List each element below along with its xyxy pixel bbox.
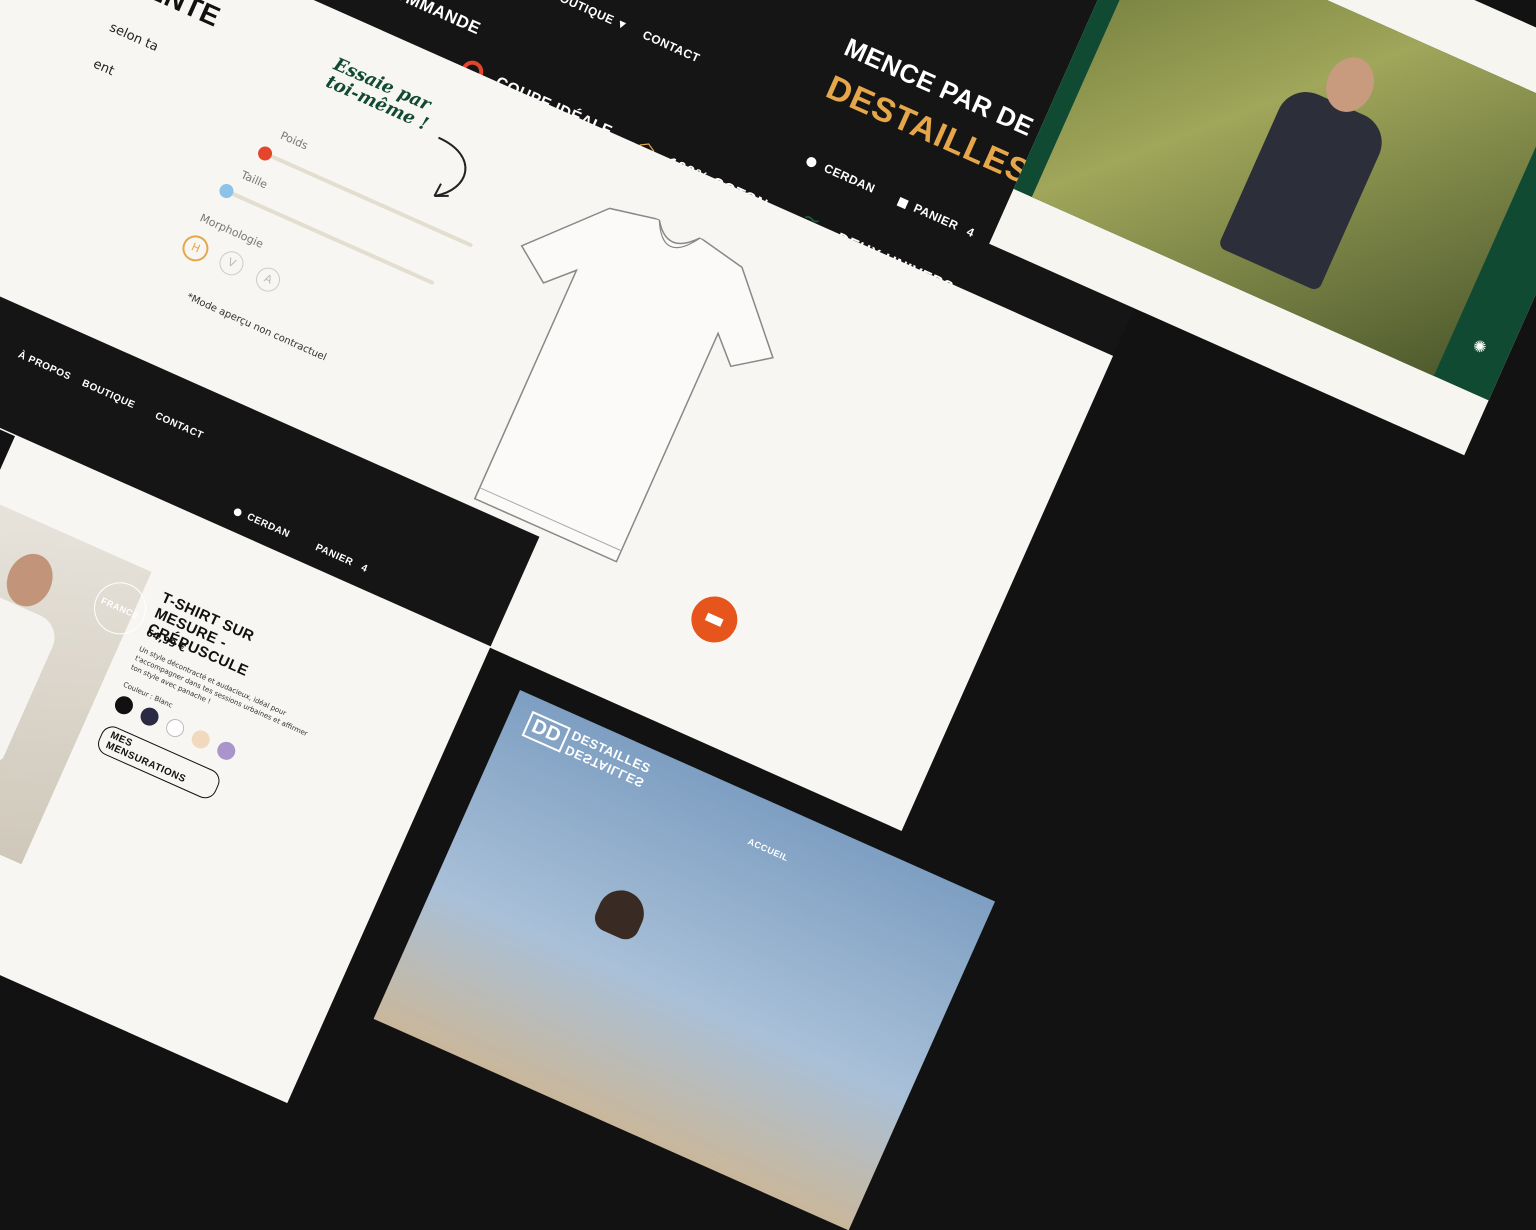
color-swatch-beige[interactable] (188, 727, 213, 752)
morph-option-v[interactable]: V (215, 247, 248, 280)
color-swatch-navy[interactable] (137, 704, 162, 729)
morph-option-h[interactable]: H (178, 231, 213, 266)
chat-button[interactable]: ▬ (683, 589, 745, 650)
chat-icon: ▬ (699, 603, 730, 635)
height-slider-handle[interactable] (217, 181, 236, 201)
product-photo (0, 490, 152, 865)
color-swatch-black[interactable] (112, 693, 136, 718)
user-icon-2: ● (231, 505, 244, 520)
hero-logo-mark: DD (521, 710, 571, 753)
product-person-body (0, 588, 63, 763)
account-menu-2[interactable]: CERDAN (245, 512, 313, 551)
person-figure (1217, 82, 1392, 292)
arrow-icon (433, 136, 467, 198)
hero-person-head (590, 882, 652, 944)
nav-contact-link[interactable]: CONTACT (641, 28, 729, 77)
account-menu[interactable]: CERDAN (822, 161, 901, 206)
color-swatch-lilac[interactable] (214, 738, 239, 763)
try-it-label: Essaie par toi-même ! (322, 53, 434, 136)
nav-contact-link-2[interactable]: CONTACT (153, 411, 240, 458)
nav-shop-link[interactable]: BOUTIQUE (549, 0, 637, 36)
user-icon: ● (803, 152, 820, 172)
morph-option-a[interactable]: A (252, 263, 284, 296)
hero-nav-home[interactable]: ACCUEIL (746, 836, 805, 870)
weight-slider-handle[interactable] (255, 144, 275, 163)
height-label: Taille (238, 168, 270, 192)
color-swatch-white[interactable] (163, 716, 188, 740)
